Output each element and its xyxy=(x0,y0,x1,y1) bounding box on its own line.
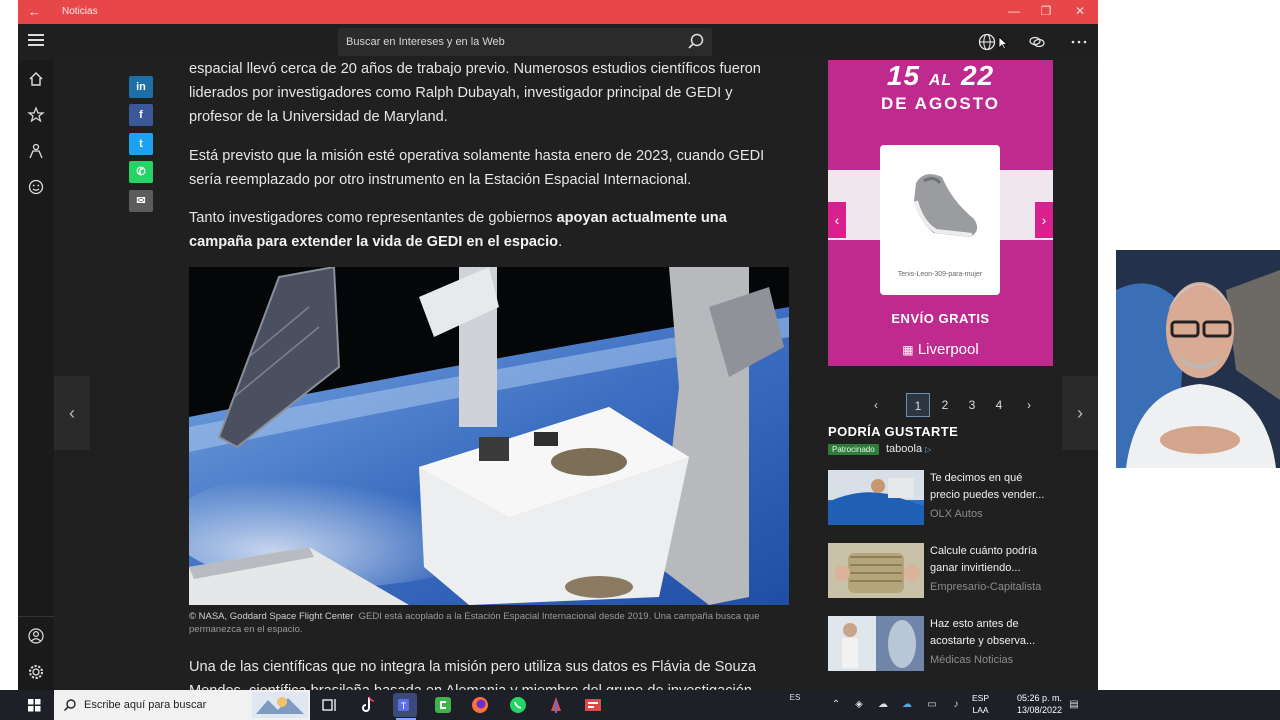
camtasia-icon[interactable] xyxy=(431,693,455,717)
rec-source: Médicas Noticias xyxy=(930,654,1014,666)
news-app-window: ← Noticias — ❐ ✕ Buscar en Intereses y e… xyxy=(18,0,1098,690)
pager-prev[interactable]: ‹ xyxy=(864,393,888,417)
recommendation-item[interactable]: Calcule cuánto podría ganar invirtiendo.… xyxy=(828,543,1058,599)
windows-taskbar: Escribe aquí para buscar T ES ⌃ ◈ ☁ ☁ ▭ … xyxy=(0,690,1280,720)
ad-dates: 15 AL 22 xyxy=(886,60,995,91)
rec-title[interactable]: Te decimos en qué precio puedes vender..… xyxy=(930,470,1055,503)
ad-month: DE AGOSTO xyxy=(880,94,1001,113)
clock[interactable]: 05:26 p. m. 13/08/2022 xyxy=(1000,692,1062,716)
tray-expand-icon[interactable]: ⌃ xyxy=(830,699,842,711)
onedrive-icon[interactable]: ☁ xyxy=(877,699,889,711)
tray-app-icon[interactable]: ◈ xyxy=(853,699,865,711)
account-icon[interactable] xyxy=(27,627,45,645)
nav-divider xyxy=(18,616,54,617)
article-paragraph-4: Una de las científicas que no integra la… xyxy=(189,659,757,690)
advertisement-banner[interactable]: 15 AL 22 DE AGOSTO Tenis-Leon-309-para-m… xyxy=(828,60,1053,366)
search-icon xyxy=(63,699,76,712)
whatsapp-icon[interactable] xyxy=(506,693,530,717)
next-article-button[interactable]: › xyxy=(1062,376,1098,450)
pager-page-1[interactable]: 1 xyxy=(906,393,930,417)
globe-icon[interactable] xyxy=(976,32,998,52)
share-twitter-button[interactable]: t xyxy=(129,133,153,155)
taskbar-search-input[interactable]: Escribe aquí para buscar xyxy=(84,699,206,711)
emoji-icon[interactable] xyxy=(27,178,45,196)
rec-thumbnail-car xyxy=(828,470,924,525)
hamburger-menu-icon[interactable] xyxy=(28,34,44,48)
input-language[interactable]: ESP LAA xyxy=(972,692,989,716)
pager-page-4[interactable]: 4 xyxy=(987,393,1011,417)
ad-prev-arrow[interactable]: ‹ xyxy=(828,202,846,238)
top-bar: Buscar en Intereses y en la Web xyxy=(18,24,1098,60)
pager-page-3[interactable]: 3 xyxy=(960,393,984,417)
notifications-icon[interactable]: ▤ xyxy=(1068,699,1080,711)
tiktok-icon[interactable] xyxy=(356,693,380,717)
ad-free-shipping: ENVÍO GRATIS xyxy=(891,311,990,326)
task-view-icon[interactable] xyxy=(318,693,342,717)
home-icon[interactable] xyxy=(27,70,45,88)
windows-start-icon[interactable] xyxy=(0,690,54,720)
webcam-overlay xyxy=(1116,250,1280,468)
back-arrow-icon[interactable]: ← xyxy=(28,4,41,19)
taboola-link[interactable]: taboola ▷ xyxy=(886,443,931,455)
rec-thumbnail-money xyxy=(828,543,924,598)
sponsored-badge: Patrocinado xyxy=(828,444,879,455)
recommendation-item[interactable]: Te decimos en qué precio puedes vender..… xyxy=(828,470,1058,526)
rec-title[interactable]: Calcule cuánto podría ganar invirtiendo.… xyxy=(930,543,1055,576)
favorites-icon[interactable] xyxy=(27,106,45,124)
window-title: Noticias xyxy=(62,6,98,17)
keyboard-layout-short[interactable]: ES xyxy=(789,692,801,704)
photo-credit: © NASA, Goddard Space Flight Center xyxy=(189,611,354,622)
ad-product-card[interactable]: Tenis-Leon-309-para-mujer xyxy=(880,145,1000,295)
firefox-icon[interactable] xyxy=(468,693,492,717)
taskbar-search-box[interactable]: Escribe aquí para buscar xyxy=(54,690,310,720)
search-highlight-image xyxy=(252,692,308,718)
close-button[interactable]: ✕ xyxy=(1070,4,1090,18)
settings-icon[interactable] xyxy=(27,663,45,681)
news-app-icon[interactable] xyxy=(581,693,605,717)
volume-icon[interactable]: ♪ xyxy=(950,699,962,711)
maximize-button[interactable]: ❐ xyxy=(1036,4,1056,18)
teams-icon[interactable]: T xyxy=(393,693,417,717)
rec-source: OLX Autos xyxy=(930,508,983,520)
network-icon[interactable]: ▭ xyxy=(926,699,938,711)
rec-source: Empresario-Capitalista xyxy=(930,581,1042,593)
article-photo xyxy=(189,267,789,605)
recommendations-heading: PODRÍA GUSTARTE xyxy=(828,424,959,439)
onedrive-business-icon[interactable]: ☁ xyxy=(901,699,913,711)
screen: ← Noticias — ❐ ✕ Buscar en Intereses y e… xyxy=(0,0,1280,720)
minimize-button[interactable]: — xyxy=(1004,4,1024,18)
share-email-button[interactable]: ✉ xyxy=(129,190,153,212)
previous-article-button[interactable]: ‹ xyxy=(54,376,90,450)
ad-next-arrow[interactable]: › xyxy=(1035,202,1053,238)
svg-text:T: T xyxy=(401,701,407,711)
share-whatsapp-button[interactable]: ✆ xyxy=(129,161,153,183)
left-navigation xyxy=(18,60,54,690)
article-paragraph-2: Está previsto que la misión esté operati… xyxy=(189,148,765,188)
app-pin-icon[interactable] xyxy=(544,693,568,717)
article-paragraph-3: Tanto investigadores como representantes… xyxy=(189,210,727,250)
rec-title[interactable]: Haz esto antes de acostarte y observa... xyxy=(930,616,1055,649)
share-linkedin-button[interactable]: in xyxy=(129,76,153,98)
article-content: ‹ › in f t ✆ ✉ espacial llevó cerca de 2… xyxy=(54,60,1098,690)
rec-thumbnail-body xyxy=(828,616,924,671)
sneaker-image xyxy=(914,174,978,237)
interests-icon[interactable] xyxy=(27,142,45,160)
article-paragraph-1: espacial llevó cerca de 20 años de traba… xyxy=(189,61,761,125)
pager-page-2[interactable]: 2 xyxy=(933,393,957,417)
chat-bubbles-icon[interactable] xyxy=(1026,32,1048,52)
ad-brand-logo: ▦ Liverpool xyxy=(902,341,979,358)
pager-next[interactable]: › xyxy=(1017,393,1041,417)
photo-caption: © NASA, Goddard Space Flight Center GEDI… xyxy=(189,610,789,636)
ad-product-name: Tenis-Leon-309-para-mujer xyxy=(897,271,983,278)
search-icon[interactable] xyxy=(686,32,706,52)
title-bar: ← Noticias — ❐ ✕ xyxy=(18,0,1098,24)
recommendation-item[interactable]: Haz esto antes de acostarte y observa...… xyxy=(828,616,1058,672)
more-icon[interactable] xyxy=(1068,32,1090,52)
search-input[interactable]: Buscar en Intereses y en la Web xyxy=(346,36,505,48)
mouse-cursor-icon xyxy=(998,36,1008,50)
share-facebook-button[interactable]: f xyxy=(129,104,153,126)
search-box[interactable]: Buscar en Intereses y en la Web xyxy=(338,28,712,56)
